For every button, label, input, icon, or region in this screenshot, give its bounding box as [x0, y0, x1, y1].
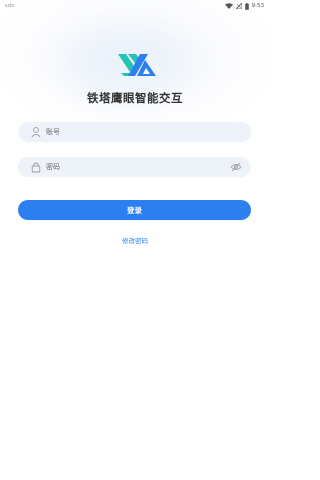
lock-icon	[31, 162, 41, 173]
status-time: 9:53	[251, 3, 264, 9]
app-title: 铁塔鹰眼智能交互	[87, 91, 183, 105]
status-icons: 9:53	[224, 2, 264, 10]
eye-closed-icon[interactable]	[230, 162, 242, 172]
account-field[interactable]	[18, 122, 251, 142]
battery-icon	[244, 2, 249, 10]
login-screen: sds 9:53 铁塔鹰眼智能交互 账号 登录 修改密码	[0, 0, 270, 480]
signal-icon	[235, 3, 242, 9]
password-field[interactable]	[18, 157, 251, 177]
status-left-text: sds	[5, 3, 15, 9]
status-bar: sds 9:53	[0, 0, 270, 12]
logo-icon	[118, 54, 156, 76]
change-password-link[interactable]: 修改密码	[0, 235, 270, 245]
password-input[interactable]	[46, 157, 226, 177]
account-input[interactable]	[46, 122, 226, 142]
wifi-icon	[224, 3, 233, 9]
user-icon	[31, 127, 41, 138]
login-button[interactable]: 登录	[18, 200, 251, 220]
